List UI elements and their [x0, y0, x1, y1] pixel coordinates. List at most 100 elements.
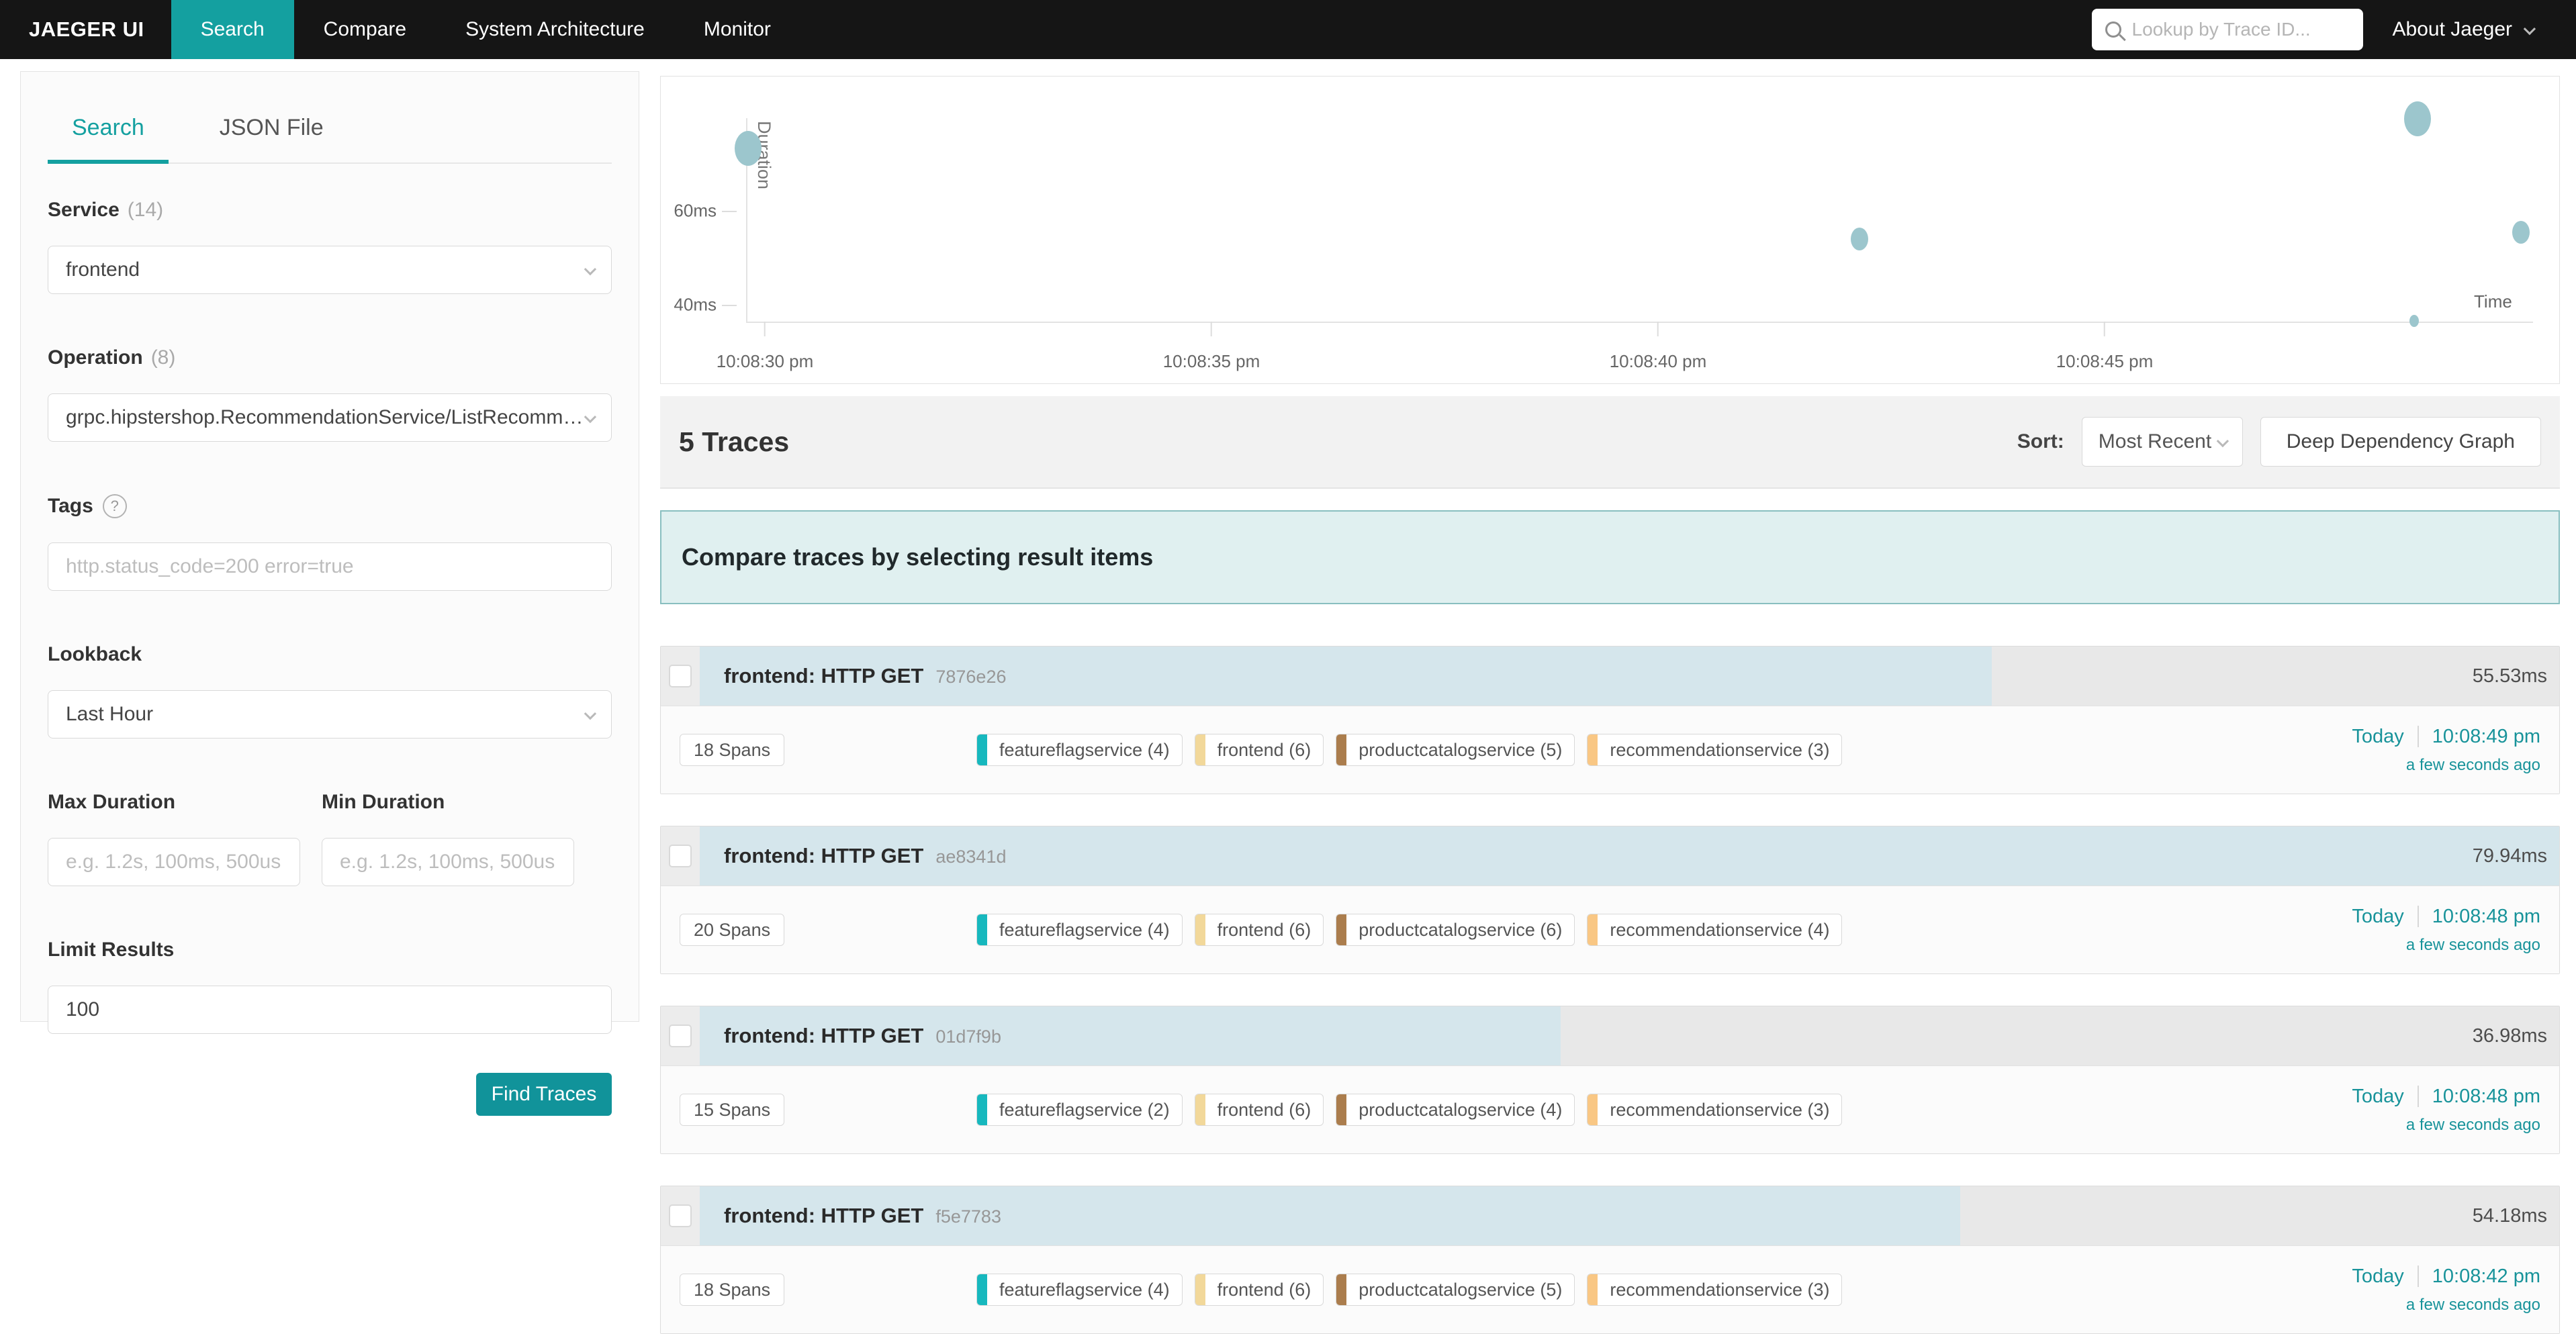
service-color-chip [1336, 1094, 1346, 1125]
service-color-chip [1195, 734, 1205, 765]
min-duration-label: Min Duration [322, 791, 574, 814]
chevron-down-icon [584, 410, 596, 422]
nav-item[interactable]: Search [171, 0, 294, 59]
service-tag-label: featureflagservice (4) [987, 914, 1182, 945]
service-label: Service (14) [48, 199, 612, 222]
nav-item[interactable]: System Architecture [436, 0, 674, 59]
service-color-chip [1336, 734, 1346, 765]
trace-scatter-dot[interactable] [2512, 221, 2530, 244]
x-axis-title: Time [2474, 291, 2512, 312]
lookback-value: Last Hour [66, 703, 153, 726]
search-sidebar: Search JSON File Service (14) frontend O… [20, 71, 639, 1022]
find-traces-button[interactable]: Find Traces [476, 1073, 612, 1116]
min-duration-field: Min Duration [322, 791, 574, 886]
trace-checkbox-cell [661, 647, 700, 706]
time-divider [2418, 906, 2419, 927]
trace-card-body: 20 Spans featureflagservice (4) frontend… [661, 886, 2559, 973]
service-tag: frontend (6) [1195, 1274, 1324, 1306]
service-color-chip [977, 1094, 987, 1125]
trace-compare-checkbox[interactable] [669, 1025, 692, 1047]
trace-time-column: Today 10:08:49 pm a few seconds ago [2352, 726, 2540, 775]
trace-time-column: Today 10:08:48 pm a few seconds ago [2352, 1086, 2540, 1135]
service-tag-label: frontend (6) [1205, 1094, 1324, 1125]
trace-scatter-dot[interactable] [1851, 228, 1868, 250]
span-count-badge: 15 Spans [680, 1094, 784, 1126]
trace-card-body: 15 Spans featureflagservice (2) frontend… [661, 1065, 2559, 1153]
x-tick-mark [764, 322, 766, 336]
sort-value: Most Recent [2099, 430, 2211, 453]
trace-day: Today [2352, 726, 2403, 748]
trace-card-body: 18 Spans featureflagservice (4) frontend… [661, 706, 2559, 794]
service-color-chip [1336, 1274, 1346, 1305]
trace-checkbox-cell [661, 1186, 700, 1245]
operation-label: Operation (8) [48, 346, 612, 369]
service-tag: featureflagservice (4) [976, 1274, 1183, 1306]
service-tag: recommendationservice (3) [1587, 734, 1842, 766]
chevron-down-icon [2216, 434, 2228, 446]
sidebar-tab[interactable]: Search [48, 115, 169, 164]
service-tag-label: recommendationservice (4) [1598, 914, 1841, 945]
service-color-chip [1588, 914, 1598, 945]
service-color-chip [1195, 914, 1205, 945]
trace-title: frontend: HTTP GETae8341d [700, 844, 1006, 868]
tags-label: Tags ? [48, 494, 612, 518]
service-value: frontend [66, 258, 140, 281]
lookback-field: Lookback Last Hour [48, 643, 612, 739]
service-tag-label: productcatalogservice (5) [1346, 734, 1574, 765]
operation-count: (8) [151, 346, 176, 369]
limit-results-input[interactable] [48, 986, 612, 1034]
service-tag-label: productcatalogservice (4) [1346, 1094, 1574, 1125]
lookback-select[interactable]: Last Hour [48, 690, 612, 739]
nav-item[interactable]: Compare [294, 0, 436, 59]
duration-fields: Max Duration Min Duration [48, 791, 612, 886]
compare-banner: Compare traces by selecting result items [660, 510, 2560, 604]
service-tag-label: recommendationservice (3) [1598, 1274, 1841, 1305]
trace-compare-checkbox[interactable] [669, 1204, 692, 1227]
trace-id: 01d7f9b [935, 1027, 1001, 1047]
sort-select[interactable]: Most Recent [2082, 417, 2243, 467]
sidebar-tab[interactable]: JSON File [195, 115, 348, 162]
trace-scatter-dot[interactable] [2404, 101, 2431, 136]
service-tag-label: frontend (6) [1205, 1274, 1324, 1305]
trace-compare-checkbox[interactable] [669, 665, 692, 687]
trace-scatter-dot[interactable] [735, 131, 762, 166]
service-color-chip [1195, 1274, 1205, 1305]
x-tick-mark [1657, 322, 1659, 336]
service-tags: featureflagservice (4) frontend (6) prod… [976, 734, 1842, 766]
operation-select[interactable]: grpc.hipstershop.RecommendationService/L… [48, 393, 612, 442]
lookback-label: Lookback [48, 643, 612, 666]
service-select[interactable]: frontend [48, 246, 612, 294]
trace-header-bar: frontend: HTTP GETf5e7783 54.18ms [700, 1186, 2559, 1245]
trace-scatter-dot[interactable] [2409, 315, 2419, 327]
limit-results-label: Limit Results [48, 939, 612, 961]
min-duration-input[interactable] [322, 838, 574, 886]
trace-card-header[interactable]: frontend: HTTP GETae8341d 79.94ms [661, 826, 2559, 886]
trace-day: Today [2352, 1086, 2403, 1108]
trace-card-header[interactable]: frontend: HTTP GETf5e7783 54.18ms [661, 1186, 2559, 1245]
deep-dependency-graph-button[interactable]: Deep Dependency Graph [2260, 417, 2541, 467]
sidebar-tab-label: Search [72, 115, 144, 140]
trace-compare-checkbox[interactable] [669, 845, 692, 867]
tags-input[interactable] [48, 542, 612, 591]
trace-time-column: Today 10:08:48 pm a few seconds ago [2352, 906, 2540, 955]
x-tick: 10:08:45 pm [2056, 322, 2154, 372]
max-duration-input[interactable] [48, 838, 300, 886]
trace-id: ae8341d [935, 847, 1006, 867]
service-color-chip [977, 734, 987, 765]
x-tick-label: 10:08:35 pm [1163, 351, 1260, 372]
operation-value: grpc.hipstershop.RecommendationService/L… [66, 406, 585, 429]
max-duration-field: Max Duration [48, 791, 300, 886]
service-tag: featureflagservice (4) [976, 734, 1183, 766]
service-tag: productcatalogservice (6) [1336, 914, 1575, 946]
service-color-chip [1588, 1274, 1598, 1305]
trace-result-card: frontend: HTTP GET7876e26 55.53ms 18 Spa… [660, 646, 2560, 794]
main-content: Duration Time 60ms 40ms 10:08:30 pm 10:0… [660, 0, 2560, 1334]
limit-results-field: Limit Results [48, 939, 612, 1034]
service-tag: recommendationservice (3) [1587, 1274, 1842, 1306]
help-question-icon[interactable]: ? [103, 494, 127, 518]
service-tag: featureflagservice (4) [976, 914, 1183, 946]
nav-item-label: Compare [324, 18, 406, 41]
trace-card-header[interactable]: frontend: HTTP GET7876e26 55.53ms [661, 647, 2559, 706]
trace-card-header[interactable]: frontend: HTTP GET01d7f9b 36.98ms [661, 1006, 2559, 1065]
sort-label: Sort: [2017, 430, 2064, 453]
